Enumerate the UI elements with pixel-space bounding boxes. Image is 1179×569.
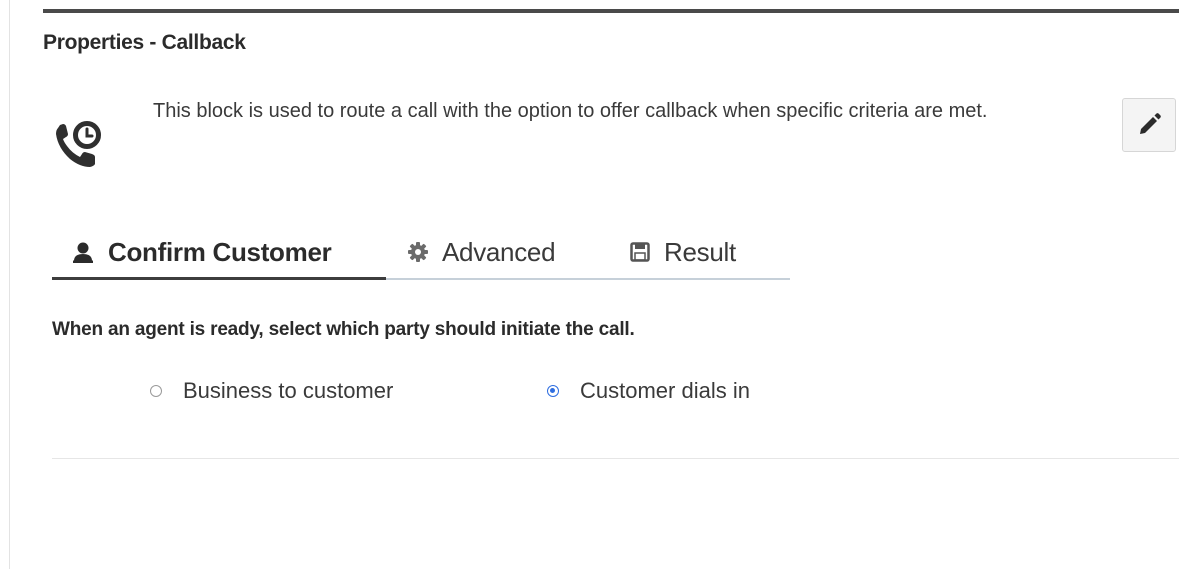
radio-customer-dials-in[interactable]: Customer dials in	[547, 376, 750, 406]
tab-advanced[interactable]: Advanced	[408, 228, 556, 276]
panel-title: Properties - Callback	[43, 31, 246, 54]
pencil-icon	[1136, 112, 1162, 138]
block-description: This block is used to route a call with …	[153, 100, 988, 122]
radio-label: Customer dials in	[580, 378, 750, 403]
tab-label: Confirm Customer	[108, 236, 332, 267]
initiator-prompt: When an agent is ready, select which par…	[52, 319, 635, 340]
radio-label: Business to customer	[183, 378, 394, 403]
gear-icon	[408, 242, 428, 262]
active-tab-indicator	[52, 277, 386, 280]
panel-top-bar	[43, 9, 1179, 13]
tab-label: Result	[664, 236, 736, 267]
tab-bar: Confirm Customer Advanced Result	[52, 228, 790, 280]
save-icon	[630, 242, 650, 262]
user-icon	[72, 241, 94, 263]
tab-result[interactable]: Result	[630, 228, 736, 276]
phone-clock-icon	[52, 118, 104, 170]
panel-left-border	[9, 0, 10, 569]
radio-unchecked-icon[interactable]	[150, 385, 162, 397]
tab-label: Advanced	[442, 236, 556, 267]
edit-button[interactable]	[1122, 98, 1176, 152]
radio-business-to-customer[interactable]: Business to customer	[150, 376, 393, 406]
radio-checked-icon[interactable]	[547, 385, 559, 397]
tab-confirm-customer[interactable]: Confirm Customer	[72, 228, 332, 276]
section-divider	[52, 458, 1179, 459]
